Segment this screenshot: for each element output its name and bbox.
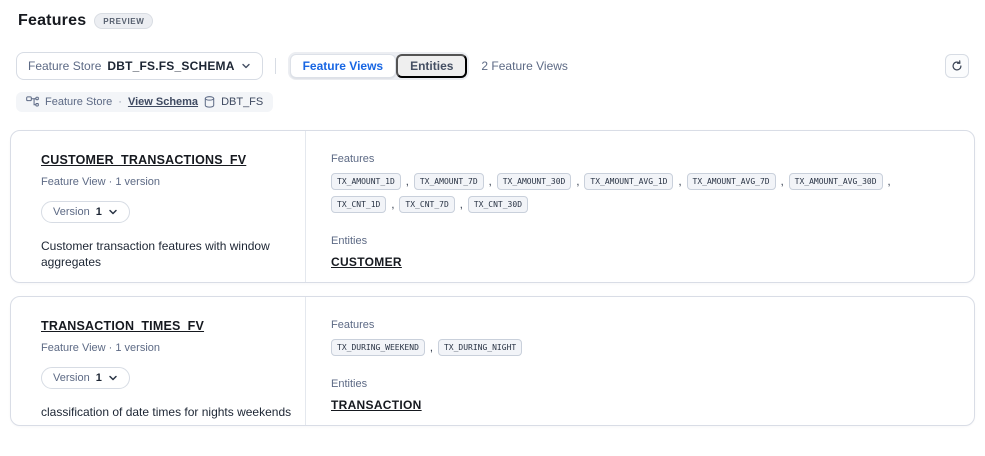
version-value: 1 — [96, 206, 102, 218]
entities-section-label: Entities — [331, 378, 950, 390]
feature-tag[interactable]: TX_AMOUNT_1D — [331, 173, 401, 190]
feature-store-dropdown[interactable]: Feature Store DBT_FS.FS_SCHEMA — [16, 52, 263, 80]
entity-link[interactable]: CUSTOMER — [331, 255, 402, 269]
feature-views-count: 2 Feature Views — [481, 59, 568, 73]
card-summary-panel: CUSTOMER_TRANSACTIONS_FV Feature View · … — [11, 131, 306, 282]
database-icon — [204, 96, 215, 108]
preview-badge: PREVIEW — [94, 13, 153, 29]
feature-store-value: DBT_FS.FS_SCHEMA — [107, 59, 234, 73]
breadcrumb-database-name: DBT_FS — [221, 96, 263, 108]
view-schema-link[interactable]: View Schema — [128, 96, 198, 108]
page-title: Features — [18, 12, 86, 30]
refresh-button[interactable] — [945, 54, 969, 78]
chevron-down-icon — [241, 61, 251, 71]
feature-view-description: Customer transaction features with windo… — [41, 238, 296, 270]
feature-tag[interactable]: TX_CNT_1D — [331, 196, 386, 213]
feature-view-list: CUSTOMER_TRANSACTIONS_FV Feature View · … — [10, 130, 975, 426]
tag-separator: , — [781, 176, 784, 188]
toolbar: Feature Store DBT_FS.FS_SCHEMA Feature V… — [16, 52, 969, 80]
breadcrumb-store-label: Feature Store — [45, 96, 112, 108]
feature-tag-list: TX_DURING_WEEKEND, TX_DURING_NIGHT — [331, 339, 946, 356]
feature-view-name-link[interactable]: CUSTOMER_TRANSACTIONS_FV — [41, 153, 246, 167]
feature-view-name-link[interactable]: TRANSACTION_TIMES_FV — [41, 319, 204, 333]
feature-store-lineage-icon — [26, 96, 39, 108]
version-label: Version — [53, 372, 90, 384]
card-detail-panel: Features TX_AMOUNT_1D,TX_AMOUNT_7D,TX_AM… — [306, 131, 974, 282]
card-detail-panel: Features TX_DURING_WEEKEND, TX_DURING_NIG… — [306, 297, 974, 425]
feature-tag[interactable]: TX_AMOUNT_7D — [414, 173, 484, 190]
chevron-down-icon — [108, 207, 118, 217]
view-tabs: Feature ViewsEntities — [288, 52, 470, 80]
version-label: Version — [53, 206, 90, 218]
tag-separator: , — [406, 176, 409, 188]
feature-view-description: classification of date times for nights … — [41, 404, 296, 420]
tab-entities[interactable]: Entities — [396, 54, 467, 78]
tag-separator: , — [678, 176, 681, 188]
features-page: Features PREVIEW Feature Store DBT_FS.FS… — [0, 0, 985, 456]
feature-view-meta: Feature View · 1 version — [41, 176, 305, 188]
entity-link[interactable]: TRANSACTION — [331, 398, 422, 412]
tab-feature-views[interactable]: Feature Views — [290, 54, 396, 78]
tag-separator: , — [489, 176, 492, 188]
version-dropdown[interactable]: Version 1 — [41, 367, 130, 389]
feature-tag-list: TX_AMOUNT_1D, TX_AMOUNT_7D, TX_AMOUNT_30D,… — [331, 173, 946, 213]
breadcrumb-separator: · — [118, 96, 122, 108]
feature-store-label: Feature Store — [28, 59, 101, 73]
entity-link-list: CUSTOMER — [331, 247, 950, 271]
feature-tag[interactable]: TX_AMOUNT_AVG_7D — [687, 173, 776, 190]
page-header: Features PREVIEW — [18, 12, 153, 30]
feature-tag[interactable]: TX_CNT_7D — [399, 196, 454, 213]
tag-separator: , — [888, 176, 891, 188]
features-section-label: Features — [331, 319, 950, 331]
tag-separator: , — [460, 199, 463, 211]
feature-tag[interactable]: TX_DURING_NIGHT — [438, 339, 522, 356]
tag-separator: , — [430, 342, 433, 354]
tag-separator: , — [576, 176, 579, 188]
version-dropdown[interactable]: Version 1 — [41, 201, 130, 223]
entities-section-label: Entities — [331, 235, 950, 247]
tag-separator: , — [391, 199, 394, 211]
toolbar-divider — [275, 58, 276, 74]
feature-tag[interactable]: TX_AMOUNT_AVG_1D — [584, 173, 673, 190]
breadcrumb: Feature Store · View Schema DBT_FS — [16, 92, 273, 112]
features-section-label: Features — [331, 153, 950, 165]
feature-tag[interactable]: TX_AMOUNT_AVG_30D — [789, 173, 883, 190]
feature-view-meta: Feature View · 1 version — [41, 342, 305, 354]
feature-view-card: CUSTOMER_TRANSACTIONS_FV Feature View · … — [10, 130, 975, 283]
entity-link-list: TRANSACTION — [331, 390, 950, 414]
feature-tag[interactable]: TX_CNT_30D — [468, 196, 528, 213]
feature-view-card: TRANSACTION_TIMES_FV Feature View · 1 ve… — [10, 296, 975, 426]
chevron-down-icon — [108, 373, 118, 383]
refresh-icon — [951, 60, 963, 72]
version-value: 1 — [96, 372, 102, 384]
card-summary-panel: TRANSACTION_TIMES_FV Feature View · 1 ve… — [11, 297, 306, 425]
feature-tag[interactable]: TX_DURING_WEEKEND — [331, 339, 425, 356]
feature-tag[interactable]: TX_AMOUNT_30D — [497, 173, 572, 190]
